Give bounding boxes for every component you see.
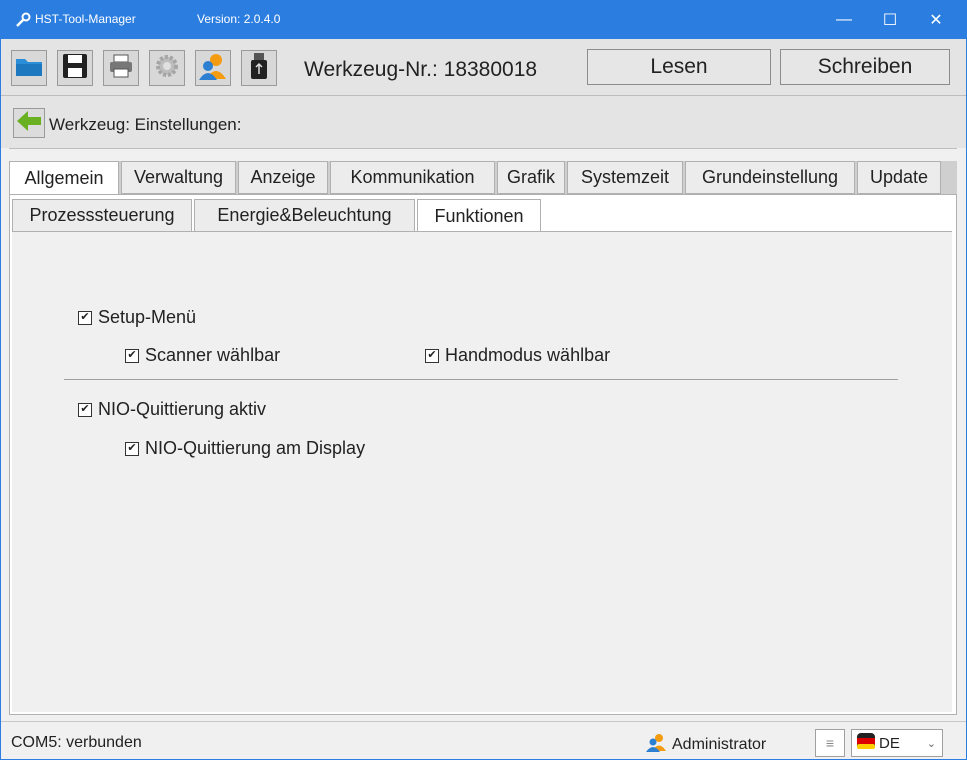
tab-verwaltung[interactable]: Verwaltung [121, 161, 236, 194]
nio-ack-display-checkbox[interactable]: ✔ NIO-Quittierung am Display [125, 438, 365, 459]
checkbox-box: ✔ [125, 441, 139, 456]
tab-kommunikation[interactable]: Kommunikation [330, 161, 495, 194]
checkbox-box: ✔ [425, 348, 439, 363]
usb-button[interactable] [241, 50, 277, 86]
setup-menu-label: Setup-Menü [98, 307, 197, 327]
scanner-selectable-label: Scanner wählbar [145, 345, 281, 365]
hand-mode-selectable-label: Handmodus wählbar [445, 345, 611, 365]
subtab-energie-beleuchtung[interactable]: Energie&Beleuchtung [194, 199, 415, 232]
hand-mode-selectable-checkbox[interactable]: ✔ Handmodus wählbar [425, 345, 610, 366]
back-button[interactable] [13, 108, 45, 138]
nio-ack-display-label: NIO-Quittierung am Display [145, 438, 366, 458]
subtab-funktionen[interactable]: Funktionen [417, 199, 541, 234]
tab-systemzeit[interactable]: Systemzeit [567, 161, 683, 194]
language-value: DE [879, 734, 900, 752]
open-button[interactable] [11, 50, 47, 86]
users-icon [198, 51, 228, 86]
german-flag-icon [857, 733, 875, 753]
save-button[interactable] [57, 50, 93, 86]
user-name: Administrator [672, 735, 767, 753]
options-divider [64, 379, 898, 380]
tool-number-label: Werkzeug-Nr.: 18380018 [304, 58, 538, 81]
tab-grafik[interactable]: Grafik [497, 161, 565, 194]
print-icon [107, 52, 135, 85]
tab-grundeinstellung[interactable]: Grundeinstellung [685, 161, 855, 194]
maximize-button[interactable]: ☐ [867, 1, 913, 39]
write-button[interactable]: Schreiben [780, 49, 950, 85]
nio-ack-active-label: NIO-Quittierung aktiv [98, 399, 267, 419]
subtab-prozesssteuerung[interactable]: Prozesssteuerung [12, 199, 192, 232]
page-title: Werkzeug: Einstellungen: [49, 115, 242, 134]
user-icon [646, 732, 668, 757]
breadcrumb: Werkzeug: Einstellungen: [1, 96, 966, 148]
tab-update[interactable]: Update [857, 161, 941, 194]
title-bar: HST-Tool-Manager Version: 2.0.4.0 — ☐ ✕ [1, 1, 966, 39]
checkbox-box: ✔ [125, 348, 139, 363]
nio-ack-active-checkbox[interactable]: ✔ NIO-Quittierung aktiv [78, 399, 266, 420]
setup-menu-checkbox[interactable]: ✔ Setup-Menü [78, 307, 196, 328]
breadcrumb-divider [9, 148, 957, 149]
sub-tab-strip: Prozesssteuerung Energie&Beleuchtung Fun… [12, 199, 952, 234]
wrench-icon [15, 12, 31, 31]
app-window: HST-Tool-Manager Version: 2.0.4.0 — ☐ ✕ [0, 0, 967, 760]
settings-gear-icon [153, 52, 181, 85]
window-title: HST-Tool-Manager [35, 12, 136, 26]
save-icon [61, 52, 89, 85]
status-bar: COM5: verbunden Administrator ≡ DE ⌄ [1, 721, 966, 759]
usb-icon [248, 52, 270, 85]
toolbar: Werkzeug-Nr.: 18380018 Lesen Schreiben [1, 39, 966, 95]
chevron-down-icon: ⌄ [926, 737, 936, 750]
print-button[interactable] [103, 50, 139, 86]
scanner-selectable-checkbox[interactable]: ✔ Scanner wählbar [125, 345, 280, 366]
log-button[interactable]: ≡ [815, 729, 845, 757]
connection-status: COM5: verbunden [11, 734, 142, 751]
settings-button[interactable] [149, 50, 185, 86]
minimize-button[interactable]: — [821, 1, 867, 39]
users-button[interactable] [195, 50, 231, 86]
read-button[interactable]: Lesen [587, 49, 771, 85]
close-button[interactable]: ✕ [913, 1, 959, 39]
current-user: Administrator [646, 732, 766, 757]
functions-panel [12, 231, 952, 712]
checkbox-box: ✔ [78, 402, 92, 417]
checkbox-box: ✔ [78, 310, 92, 325]
back-arrow-icon [16, 110, 42, 137]
tab-allgemein[interactable]: Allgemein [9, 161, 119, 196]
document-icon: ≡ [825, 735, 835, 751]
main-tab-strip: Allgemein Verwaltung Anzeige Kommunikati… [9, 161, 957, 196]
tab-anzeige[interactable]: Anzeige [238, 161, 328, 194]
version-label: Version: 2.0.4.0 [197, 12, 281, 26]
folder-open-icon [15, 54, 43, 83]
language-select[interactable]: DE ⌄ [851, 729, 943, 757]
